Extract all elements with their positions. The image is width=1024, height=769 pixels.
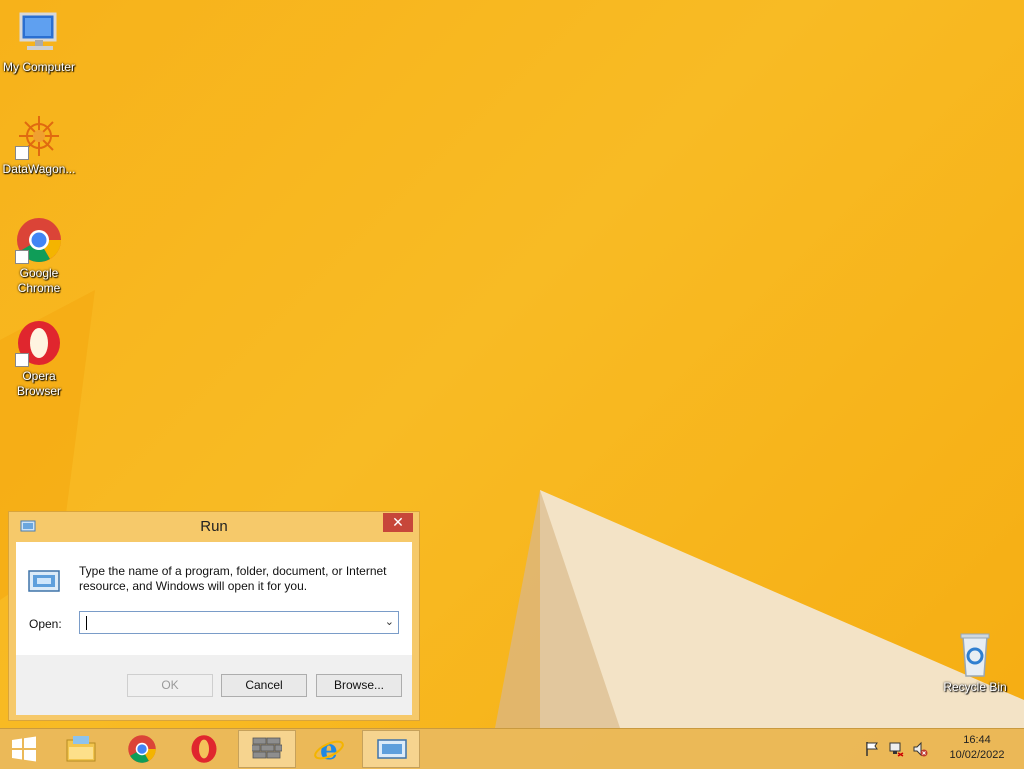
network-icon[interactable] (888, 741, 904, 757)
close-button[interactable]: ✕ (383, 513, 413, 532)
run-dialog-content: Type the name of a program, folder, docu… (16, 542, 412, 655)
taskbar-opera[interactable] (176, 730, 234, 768)
run-dialog-body: Type the name of a program, folder, docu… (16, 542, 412, 715)
run-icon (377, 739, 407, 759)
run-title-bar[interactable]: Run ✕ (9, 512, 419, 541)
svg-text:e: e (320, 734, 338, 764)
clock-time: 16:44 (963, 734, 991, 746)
desktop-icon-datawagon[interactable]: DataWagon... (0, 112, 79, 177)
shortcut-arrow-icon (15, 250, 29, 264)
desktop-icon-label: My Computer (2, 60, 76, 74)
chevron-down-icon[interactable]: ⌄ (385, 615, 394, 628)
desktop-icon-label: Opera Browser (16, 369, 61, 398)
desktop-icon-label: Google Chrome (17, 266, 61, 295)
taskbar-internet-explorer[interactable]: e (300, 730, 358, 768)
taskbar: e (0, 728, 1024, 769)
opera-icon (191, 735, 217, 763)
run-dialog: Run ✕ Type the name of a program, folder… (8, 511, 420, 721)
desktop-icon-label: Recycle Bin (943, 680, 1007, 694)
desktop-icon-google-chrome[interactable]: Google Chrome (0, 216, 79, 296)
windows-logo-icon (12, 736, 36, 762)
ie-icon: e (314, 734, 344, 764)
desktop-icon-recycle-bin[interactable]: Recycle Bin (935, 630, 1015, 695)
desktop-icon-my-computer[interactable]: My Computer (0, 10, 79, 75)
taskbar-file-explorer[interactable] (52, 730, 110, 768)
folder-icon (66, 736, 96, 762)
desktop-icon-label: DataWagon... (2, 162, 76, 176)
run-program-icon (28, 570, 60, 592)
recycle-bin-icon (960, 633, 990, 677)
shortcut-arrow-icon (15, 146, 29, 160)
start-button[interactable] (0, 730, 50, 768)
chrome-icon (128, 735, 156, 763)
taskbar-chrome[interactable] (114, 730, 172, 768)
open-combobox[interactable]: ⌄ (79, 611, 399, 634)
taskbar-clock[interactable]: 16:44 10/02/2022 (940, 733, 1014, 763)
desktop-icon-opera-browser[interactable]: Opera Browser (0, 319, 79, 399)
computer-icon (19, 12, 57, 50)
ok-button[interactable]: OK (127, 674, 213, 697)
cancel-button[interactable]: Cancel (221, 674, 307, 697)
open-label: Open: (29, 617, 62, 631)
taskbar-run[interactable] (362, 730, 420, 768)
text-cursor (86, 616, 87, 630)
browse-button[interactable]: Browse... (316, 674, 402, 697)
clock-date: 10/02/2022 (949, 749, 1005, 761)
volume-muted-icon[interactable] (912, 741, 928, 757)
run-description: Type the name of a program, folder, docu… (79, 564, 387, 593)
brick-wall-icon (252, 737, 282, 759)
run-title: Run (200, 518, 228, 535)
taskbar-firewall[interactable] (238, 730, 296, 768)
shortcut-arrow-icon (15, 353, 29, 367)
flag-icon[interactable] (864, 741, 880, 757)
